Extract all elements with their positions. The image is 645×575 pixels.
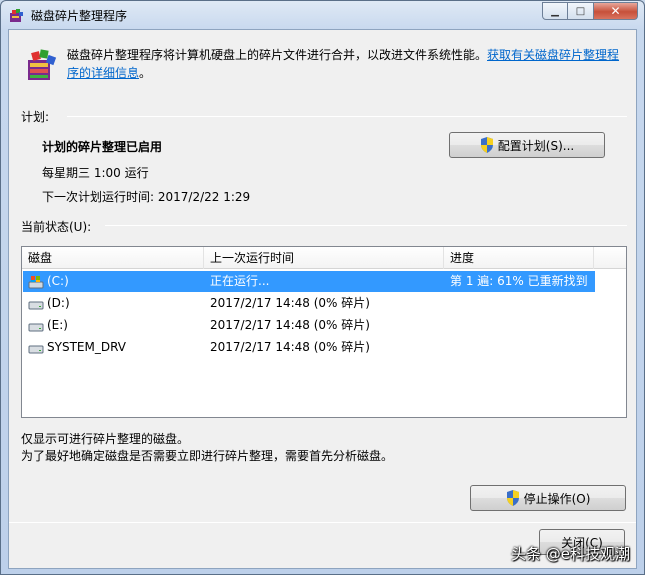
watermark: 头条 @e科技观潮 xyxy=(511,545,630,563)
configure-schedule-label: 配置计划(S)... xyxy=(497,138,575,153)
last-run-time: 2017/2/17 14:48 (0% 碎片) xyxy=(210,296,370,310)
column-header-disk[interactable]: 磁盘 xyxy=(22,247,204,269)
maximize-button[interactable]: □ xyxy=(568,2,594,20)
schedule-section-label: 计划: xyxy=(21,110,50,124)
current-status-label: 当前状态(U): xyxy=(21,220,92,234)
close-icon: ✕ xyxy=(610,4,621,18)
window-title: 磁盘碎片整理程序 xyxy=(31,9,128,23)
drive-icon xyxy=(28,345,44,354)
caption-buttons: ▁ □ ✕ xyxy=(542,2,638,20)
schedule-separator xyxy=(67,116,627,117)
schedule-frequency: 每星期三 1:00 运行 xyxy=(42,166,149,180)
defrag-window: 磁盘碎片整理程序 ▁ □ ✕ 磁盘碎片整理程序将计算机硬盘上的碎片文件进行合并，… xyxy=(0,0,645,575)
column-header-last-run[interactable]: 上一次运行时间 xyxy=(204,247,444,269)
disk-row-d[interactable]: (D:) 2017/2/17 14:48 (0% 碎片) xyxy=(23,293,595,314)
description-text: 磁盘碎片整理程序将计算机硬盘上的碎片文件进行合并，以改进文件系统性能。 xyxy=(67,48,488,62)
disk-name: (E:) xyxy=(47,318,68,332)
dialog-body: 磁盘碎片整理程序将计算机硬盘上的碎片文件进行合并，以改进文件系统性能。获取有关磁… xyxy=(8,29,637,569)
uac-shield-icon xyxy=(480,137,493,153)
last-run-time: 正在运行... xyxy=(210,274,270,288)
maximize-icon: □ xyxy=(575,5,586,17)
footer-separator xyxy=(9,522,636,523)
last-run-time: 2017/2/17 14:48 (0% 碎片) xyxy=(210,318,370,332)
footer-note-1: 仅显示可进行碎片整理的磁盘。 xyxy=(21,432,190,446)
configure-schedule-button[interactable]: 配置计划(S)... xyxy=(449,132,605,158)
drive-icon xyxy=(28,301,44,310)
disk-name: SYSTEM_DRV xyxy=(47,340,126,354)
last-run-time: 2017/2/17 14:48 (0% 碎片) xyxy=(210,340,370,354)
schedule-status: 计划的碎片整理已启用 xyxy=(42,140,163,154)
close-window-button[interactable]: ✕ xyxy=(594,2,638,20)
disk-name: (D:) xyxy=(47,296,70,310)
drive-icon xyxy=(28,323,44,332)
disk-row-system-drv[interactable]: SYSTEM_DRV 2017/2/17 14:48 (0% 碎片) xyxy=(23,337,595,358)
stop-operation-button[interactable]: 停止操作(O) xyxy=(470,485,626,511)
status-separator xyxy=(105,225,627,226)
disk-name: (C:) xyxy=(47,274,69,288)
disk-row-e[interactable]: (E:) 2017/2/17 14:48 (0% 碎片) xyxy=(23,315,595,336)
system-drive-icon xyxy=(28,276,44,289)
schedule-next-run: 下一次计划运行时间: 2017/2/22 1:29 xyxy=(42,190,251,204)
header-description: 磁盘碎片整理程序将计算机硬盘上的碎片文件进行合并，以改进文件系统性能。获取有关磁… xyxy=(67,46,625,82)
title-bar[interactable]: 磁盘碎片整理程序 ▁ □ ✕ xyxy=(1,1,644,29)
link-suffix: 。 xyxy=(139,66,152,80)
disk-list[interactable]: 磁盘 上一次运行时间 进度 (C:) 正在运行... 第 1 遍: 61% 已重… xyxy=(21,246,627,418)
disk-row-c[interactable]: (C:) 正在运行... 第 1 遍: 61% 已重新找到 xyxy=(23,271,595,292)
column-header-progress[interactable]: 进度 xyxy=(444,247,594,269)
uac-shield-icon xyxy=(506,490,519,506)
footer-note-2: 为了最好地确定磁盘是否需要立即进行碎片整理，需要首先分析磁盘。 xyxy=(21,449,394,463)
defrag-large-icon xyxy=(28,49,57,80)
progress-text: 第 1 遍: 61% 已重新找到 xyxy=(450,274,588,288)
stop-operation-label: 停止操作(O) xyxy=(523,491,591,506)
list-header: 磁盘 上一次运行时间 进度 xyxy=(22,247,626,269)
defrag-app-icon xyxy=(10,9,23,22)
minimize-icon: ▁ xyxy=(551,5,559,17)
minimize-button[interactable]: ▁ xyxy=(542,2,568,20)
